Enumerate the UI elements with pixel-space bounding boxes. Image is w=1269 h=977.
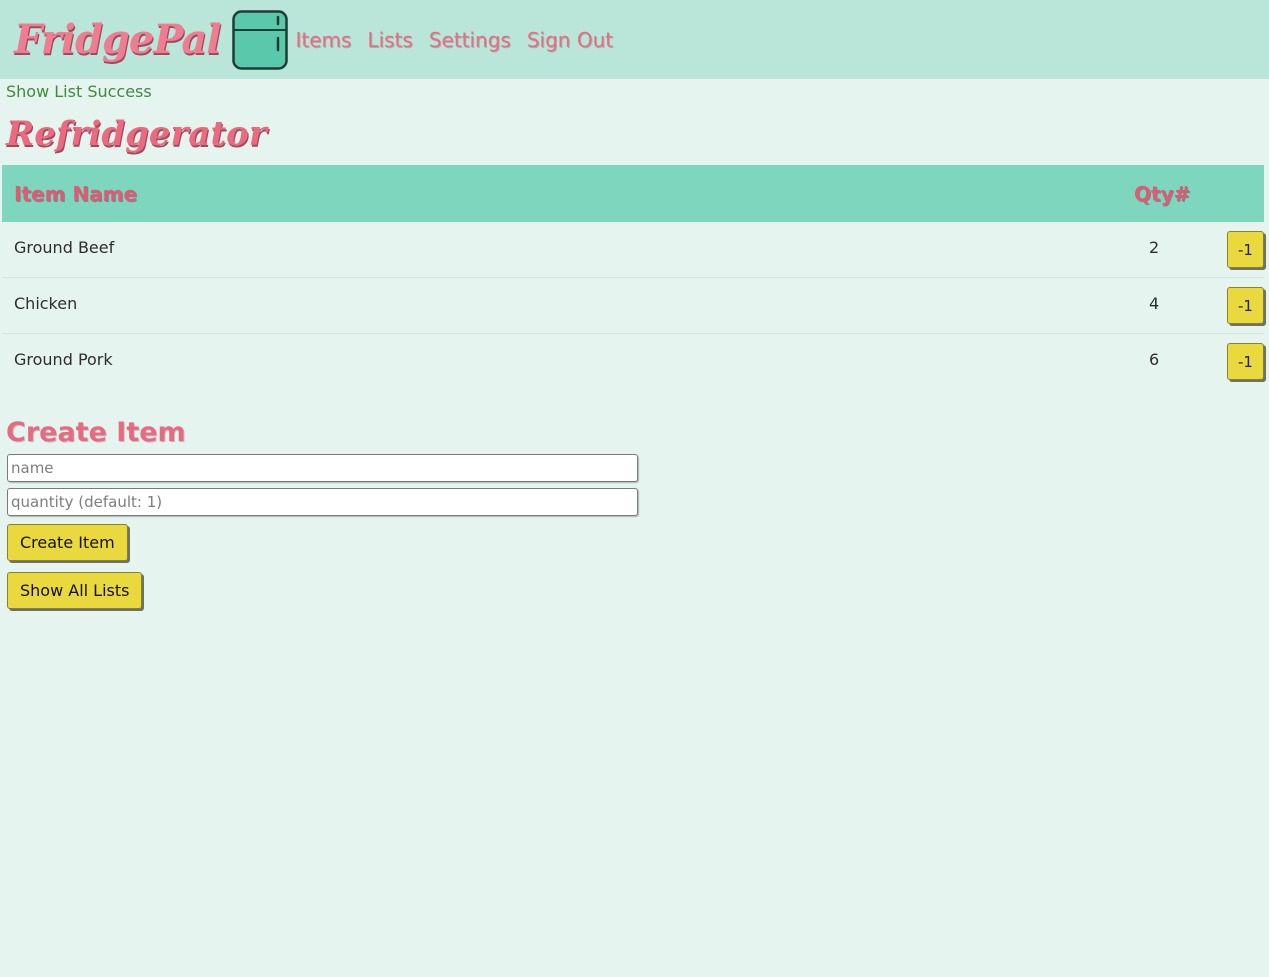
item-qty: 4 — [1149, 294, 1160, 313]
items-table: Item Name Qty# Ground Beef 2 -1 Chicken … — [2, 165, 1264, 390]
list-title: Refridgerator — [6, 114, 267, 154]
item-actions: -1 — [1227, 334, 1264, 380]
decrement-button[interactable]: -1 — [1227, 343, 1264, 380]
brand-logo[interactable]: FridgePal — [14, 19, 221, 60]
nav-link-sign-out[interactable]: Sign Out — [527, 28, 613, 52]
item-name: Chicken — [14, 294, 78, 313]
create-item-button[interactable]: Create Item — [7, 524, 128, 561]
table-row: Ground Beef 2 -1 — [2, 222, 1264, 278]
fridge-icon[interactable] — [232, 9, 289, 70]
table-body: Ground Beef 2 -1 Chicken 4 -1 Ground Por… — [2, 222, 1264, 390]
show-all-lists-button[interactable]: Show All Lists — [7, 572, 143, 609]
nav-link-settings[interactable]: Settings — [429, 28, 511, 52]
table-row: Ground Pork 6 -1 — [2, 334, 1264, 390]
table-row: Chicken 4 -1 — [2, 278, 1264, 334]
item-actions: -1 — [1227, 278, 1264, 324]
item-actions: -1 — [1227, 222, 1264, 268]
table-header: Item Name Qty# — [2, 165, 1264, 222]
column-header-item-name: Item Name — [14, 181, 138, 206]
quantity-input[interactable] — [7, 488, 638, 516]
item-qty: 2 — [1149, 238, 1160, 257]
decrement-button[interactable]: -1 — [1227, 287, 1264, 324]
decrement-button[interactable]: -1 — [1227, 231, 1264, 268]
item-name: Ground Beef — [14, 238, 115, 257]
flash-message: Show List Success — [6, 82, 152, 101]
navbar: FridgePal Items Lists Settings Sign Out — [0, 0, 1269, 79]
name-input[interactable] — [7, 454, 638, 482]
nav-link-lists[interactable]: Lists — [367, 28, 412, 52]
create-item-heading: Create Item — [6, 417, 186, 448]
item-qty: 6 — [1149, 350, 1160, 369]
column-header-qty: Qty# — [1134, 181, 1191, 206]
item-name: Ground Pork — [14, 350, 113, 369]
nav-link-items[interactable]: Items — [295, 28, 351, 52]
create-item-form: Create Item Show All Lists — [0, 454, 1269, 609]
